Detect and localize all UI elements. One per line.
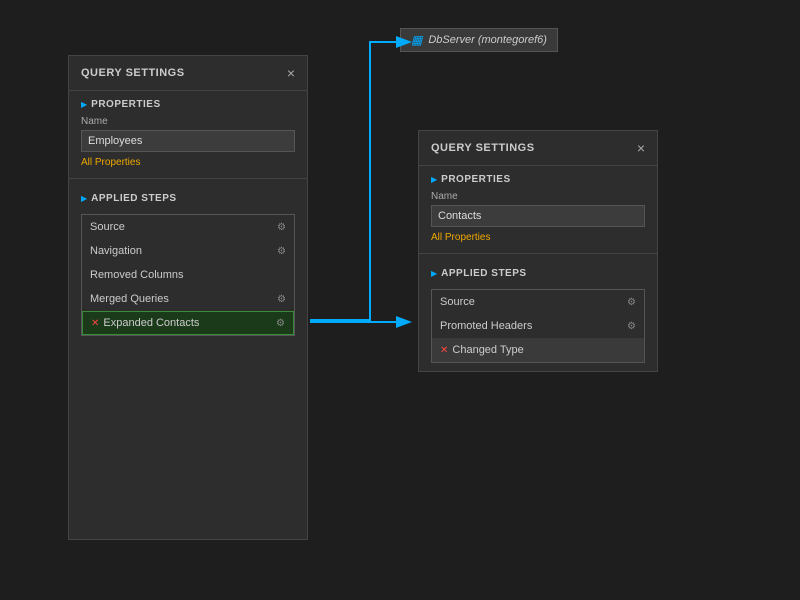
step-expanded-contacts-label: Expanded Contacts <box>103 317 199 329</box>
steps-triangle-icon-2: ▶ <box>431 269 437 278</box>
gear-icon-source-2: ⚙ <box>627 297 636 308</box>
step-source-2[interactable]: Source ⚙ <box>432 290 644 314</box>
query-settings-panel-2: QUERY SETTINGS × ▶ PROPERTIES Name All P… <box>418 130 658 372</box>
arrow-to-db <box>310 42 408 320</box>
error-icon-changed: ✕ <box>440 345 448 356</box>
panel-2-close-button[interactable]: × <box>637 141 645 155</box>
panel-1-name-input[interactable] <box>81 130 295 152</box>
step-changed-type-label: Changed Type <box>452 344 523 356</box>
panel-1-name-label: Name <box>81 116 295 127</box>
panel-1-header: QUERY SETTINGS × <box>69 56 307 91</box>
gear-icon-promoted: ⚙ <box>627 321 636 332</box>
step-source-2-label: Source <box>440 296 475 308</box>
step-navigation-label: Navigation <box>90 245 142 257</box>
panel-1-title: QUERY SETTINGS <box>81 67 185 79</box>
step-source-1-label: Source <box>90 221 125 233</box>
gear-icon-source-1: ⚙ <box>277 222 286 233</box>
panel-2-header: QUERY SETTINGS × <box>419 131 657 166</box>
db-server-tag: ▦ DbServer (montegoref6) <box>400 28 558 52</box>
panel-1-close-button[interactable]: × <box>287 66 295 80</box>
error-icon-expanded: ✕ <box>91 318 99 329</box>
panel-2-title: QUERY SETTINGS <box>431 142 535 154</box>
database-icon: ▦ <box>411 33 422 47</box>
step-merged-queries[interactable]: Merged Queries ⚙ <box>82 287 294 311</box>
panel-2-steps-section: ▶ APPLIED STEPS <box>419 260 657 289</box>
properties-triangle-icon: ▶ <box>81 100 87 109</box>
panel-2-properties-section: ▶ PROPERTIES Name All Properties <box>419 166 657 253</box>
panel-1-steps-list: Source ⚙ Navigation ⚙ Removed Columns Me… <box>81 214 295 336</box>
db-server-label: DbServer (montegoref6) <box>428 34 547 46</box>
panel-1-properties-section: ▶ PROPERTIES Name All Properties <box>69 91 307 178</box>
panel-1-properties-title: PROPERTIES <box>91 99 160 110</box>
panel-1-steps-section: ▶ APPLIED STEPS <box>69 185 307 214</box>
panel-2-properties-title: PROPERTIES <box>441 174 510 185</box>
steps-triangle-icon-1: ▶ <box>81 194 87 203</box>
step-removed-columns[interactable]: Removed Columns <box>82 263 294 287</box>
gear-icon-merged: ⚙ <box>277 294 286 305</box>
step-source-1[interactable]: Source ⚙ <box>82 215 294 239</box>
panel-1-all-properties-link[interactable]: All Properties <box>81 157 140 168</box>
step-merged-queries-label: Merged Queries <box>90 293 169 305</box>
panel-1-steps-header: ▶ APPLIED STEPS <box>81 193 295 204</box>
query-settings-panel-1: QUERY SETTINGS × ▶ PROPERTIES Name All P… <box>68 55 308 540</box>
panel-1-properties-header: ▶ PROPERTIES <box>81 99 295 110</box>
panel-1-steps-title: APPLIED STEPS <box>91 193 176 204</box>
step-changed-type[interactable]: ✕ Changed Type <box>432 338 644 362</box>
panel-2-properties-header: ▶ PROPERTIES <box>431 174 645 185</box>
panel-2-steps-title: APPLIED STEPS <box>441 268 526 279</box>
step-promoted-headers-label: Promoted Headers <box>440 320 532 332</box>
panel-2-all-properties-link[interactable]: All Properties <box>431 232 490 243</box>
gear-icon-navigation: ⚙ <box>277 246 286 257</box>
properties-triangle-icon-2: ▶ <box>431 175 437 184</box>
panel-2-name-input[interactable] <box>431 205 645 227</box>
step-expanded-contacts[interactable]: ✕ Expanded Contacts ⚙ <box>82 311 294 335</box>
step-promoted-headers[interactable]: Promoted Headers ⚙ <box>432 314 644 338</box>
panel-2-steps-list: Source ⚙ Promoted Headers ⚙ ✕ Changed Ty… <box>431 289 645 363</box>
panel-2-name-label: Name <box>431 191 645 202</box>
step-removed-columns-label: Removed Columns <box>90 269 184 281</box>
gear-icon-expanded: ⚙ <box>276 318 285 329</box>
panel-2-steps-header: ▶ APPLIED STEPS <box>431 268 645 279</box>
step-navigation[interactable]: Navigation ⚙ <box>82 239 294 263</box>
